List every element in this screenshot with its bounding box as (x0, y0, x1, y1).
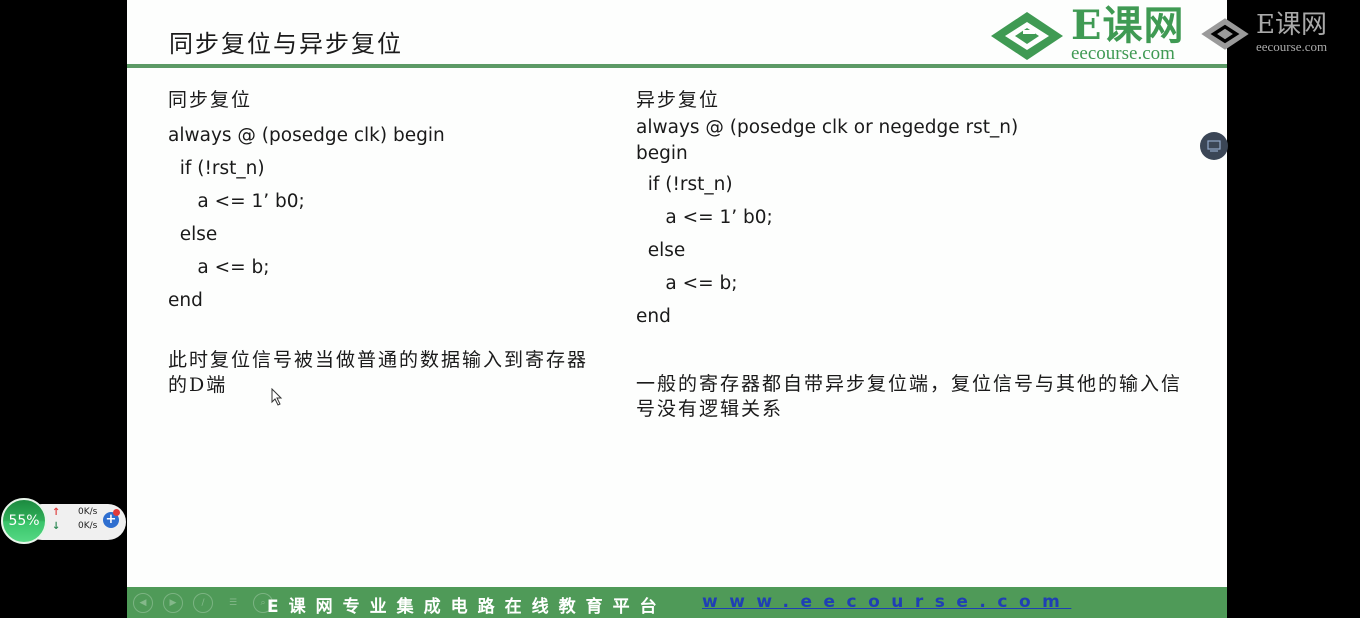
watermark-logo-icon (1201, 18, 1249, 50)
upload-arrow-icon: ↑ (52, 507, 61, 518)
slide-footer: ◀ ▶ / ☰ ⌕ E课网专业集成电路在线教育平台 www.eecourse.c… (127, 587, 1227, 618)
code-line: always @ (posedge clk) begin (168, 125, 445, 146)
code-line: end (168, 290, 203, 311)
code-line: a <= b; (636, 273, 738, 294)
async-reset-heading: 异步复位 (636, 89, 721, 111)
watermark-brand: E课网 (1256, 10, 1327, 40)
download-value: 0K/s (78, 521, 98, 531)
eecourse-watermark: E课网 eecourse.com (1200, 10, 1360, 58)
menu-icon[interactable]: ☰ (223, 593, 243, 613)
title-divider (127, 64, 1227, 68)
sync-reset-column: 同步复位 always @ (posedge clk) begin if (!r… (168, 86, 445, 317)
notification-dot (113, 509, 120, 516)
code-line: a <= 1’ b0; (636, 207, 773, 228)
code-line: a <= b; (168, 257, 270, 278)
code-line: begin (636, 143, 688, 164)
prev-icon[interactable]: ◀ (133, 593, 153, 613)
memory-usage-ball[interactable]: 55% (1, 498, 47, 544)
upload-value: 0K/s (78, 507, 98, 517)
code-line: if (!rst_n) (636, 174, 733, 195)
logo-brand-text: E课网 (1071, 2, 1185, 49)
slide-title: 同步复位与异步复位 (169, 30, 403, 58)
code-line: if (!rst_n) (168, 158, 265, 179)
code-line: a <= 1’ b0; (168, 191, 305, 212)
sync-reset-heading: 同步复位 (168, 89, 253, 111)
logo-mark-icon (991, 12, 1063, 60)
sync-reset-note: 此时复位信号被当做普通的数据输入到寄存器的D端 (168, 349, 589, 396)
screen-icon (1207, 140, 1221, 152)
next-icon[interactable]: ▶ (163, 593, 183, 613)
download-arrow-icon: ↓ (52, 521, 61, 532)
logo-url-text: eecourse.com (1071, 43, 1175, 64)
watermark-url: eecourse.com (1256, 39, 1328, 54)
footer-slogan: E课网专业集成电路在线教育平台 (267, 597, 667, 617)
eecourse-logo: E课网 eecourse.com (989, 4, 1229, 64)
code-line: end (636, 306, 671, 327)
code-line: else (636, 240, 686, 261)
side-screen-button[interactable] (1200, 132, 1228, 160)
network-speed-widget[interactable]: 55% ↑ 0K/s ↓ 0K/s + (0, 498, 127, 544)
footer-url-link[interactable]: www.eecourse.com (702, 592, 1071, 612)
code-line: else (168, 224, 218, 245)
async-reset-column: 异步复位 always @ (posedge clk or negedge rs… (636, 86, 1018, 333)
pen-icon[interactable]: / (193, 593, 213, 613)
async-reset-note: 一般的寄存器都自带异步复位端，复位信号与其他的输入信号没有逻辑关系 (636, 373, 1183, 420)
mouse-cursor-icon (271, 388, 283, 406)
slide: 同步复位与异步复位 E课网 eecourse.com 同步复位 always @… (127, 0, 1227, 618)
code-line: always @ (posedge clk or negedge rst_n) (636, 117, 1019, 138)
